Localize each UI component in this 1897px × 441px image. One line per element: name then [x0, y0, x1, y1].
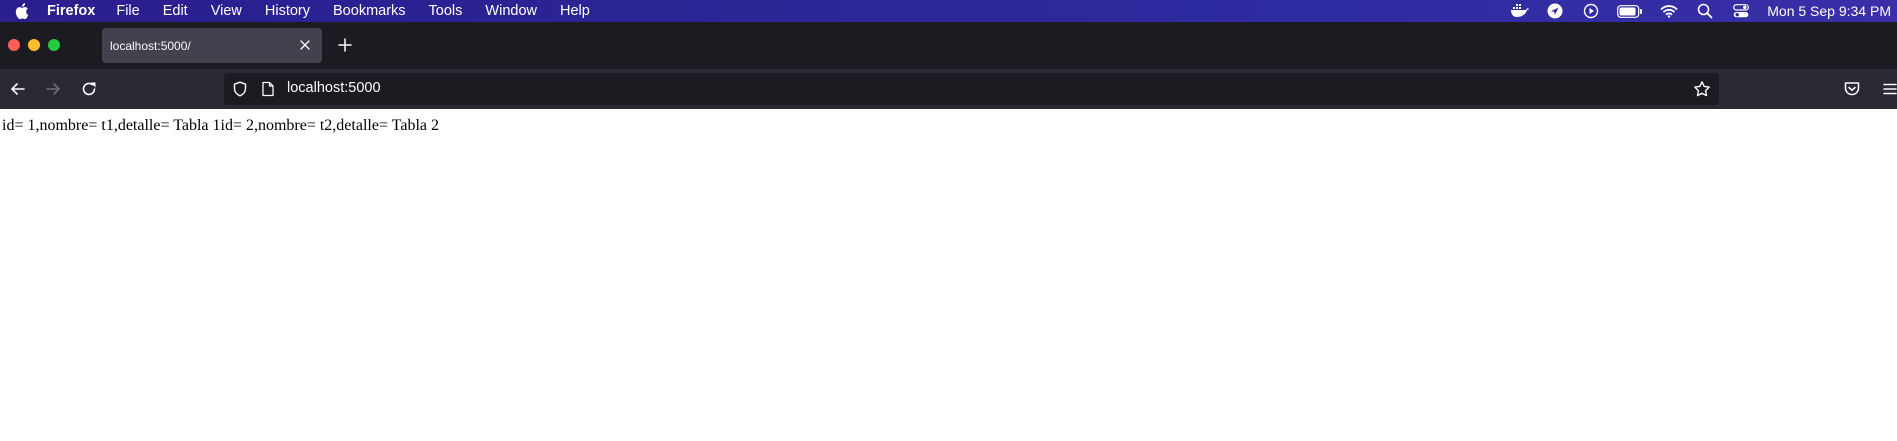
menu-bookmarks[interactable]: Bookmarks — [333, 3, 406, 19]
menu-history[interactable]: History — [265, 3, 310, 19]
menu-window[interactable]: Window — [485, 3, 537, 19]
page-body-text: id= 1,nombre= t1,detalle= Tabla 1id= 2,n… — [2, 117, 439, 134]
url-text[interactable]: localhost:5000 — [287, 80, 381, 96]
menu-file[interactable]: File — [116, 3, 139, 19]
menu-help[interactable]: Help — [560, 3, 590, 19]
reload-icon[interactable] — [80, 80, 98, 98]
battery-icon[interactable] — [1617, 3, 1643, 19]
back-arrow-icon[interactable] — [9, 80, 27, 98]
zoom-window-button[interactable] — [48, 39, 60, 51]
menu-view[interactable]: View — [211, 3, 242, 19]
tab-localhost[interactable]: localhost:5000/ — [102, 28, 322, 63]
location-icon[interactable] — [1545, 3, 1565, 19]
menubar-clock[interactable]: Mon 5 Sep 9:34 PM — [1767, 3, 1891, 19]
new-tab-plus-icon[interactable] — [336, 36, 354, 54]
tab-strip: localhost:5000/ — [0, 22, 1897, 69]
control-center-icon[interactable] — [1731, 3, 1751, 19]
menu-edit[interactable]: Edit — [163, 3, 188, 19]
menu-tools[interactable]: Tools — [429, 3, 463, 19]
spotlight-icon[interactable] — [1695, 3, 1715, 19]
page-info-icon[interactable] — [260, 81, 276, 97]
play-icon[interactable] — [1581, 3, 1601, 19]
forward-arrow-icon — [46, 83, 60, 95]
tab-title: localhost:5000/ — [110, 39, 191, 53]
page-content: id= 1,nombre= t1,detalle= Tabla 1id= 2,n… — [0, 109, 1897, 441]
close-tab-icon[interactable] — [298, 38, 312, 52]
pocket-icon[interactable] — [1843, 80, 1861, 98]
docker-icon[interactable] — [1509, 3, 1530, 19]
app-menu-hamburger-icon[interactable] — [1882, 81, 1897, 97]
bookmark-star-icon[interactable] — [1693, 80, 1711, 98]
apple-menu-icon[interactable] — [13, 2, 29, 20]
navigation-toolbar: localhost:5000 — [0, 69, 1897, 109]
status-area: Mon 5 Sep 9:34 PM — [1509, 0, 1897, 22]
minimize-window-button[interactable] — [28, 39, 40, 51]
close-window-button[interactable] — [8, 39, 20, 51]
macos-menu-bar: Firefox File Edit View History Bookmarks… — [0, 0, 1897, 22]
tracking-protection-shield-icon[interactable] — [232, 81, 248, 97]
wifi-icon[interactable] — [1659, 3, 1679, 19]
url-bar[interactable]: localhost:5000 — [224, 73, 1719, 105]
menu-app-firefox[interactable]: Firefox — [47, 3, 95, 19]
